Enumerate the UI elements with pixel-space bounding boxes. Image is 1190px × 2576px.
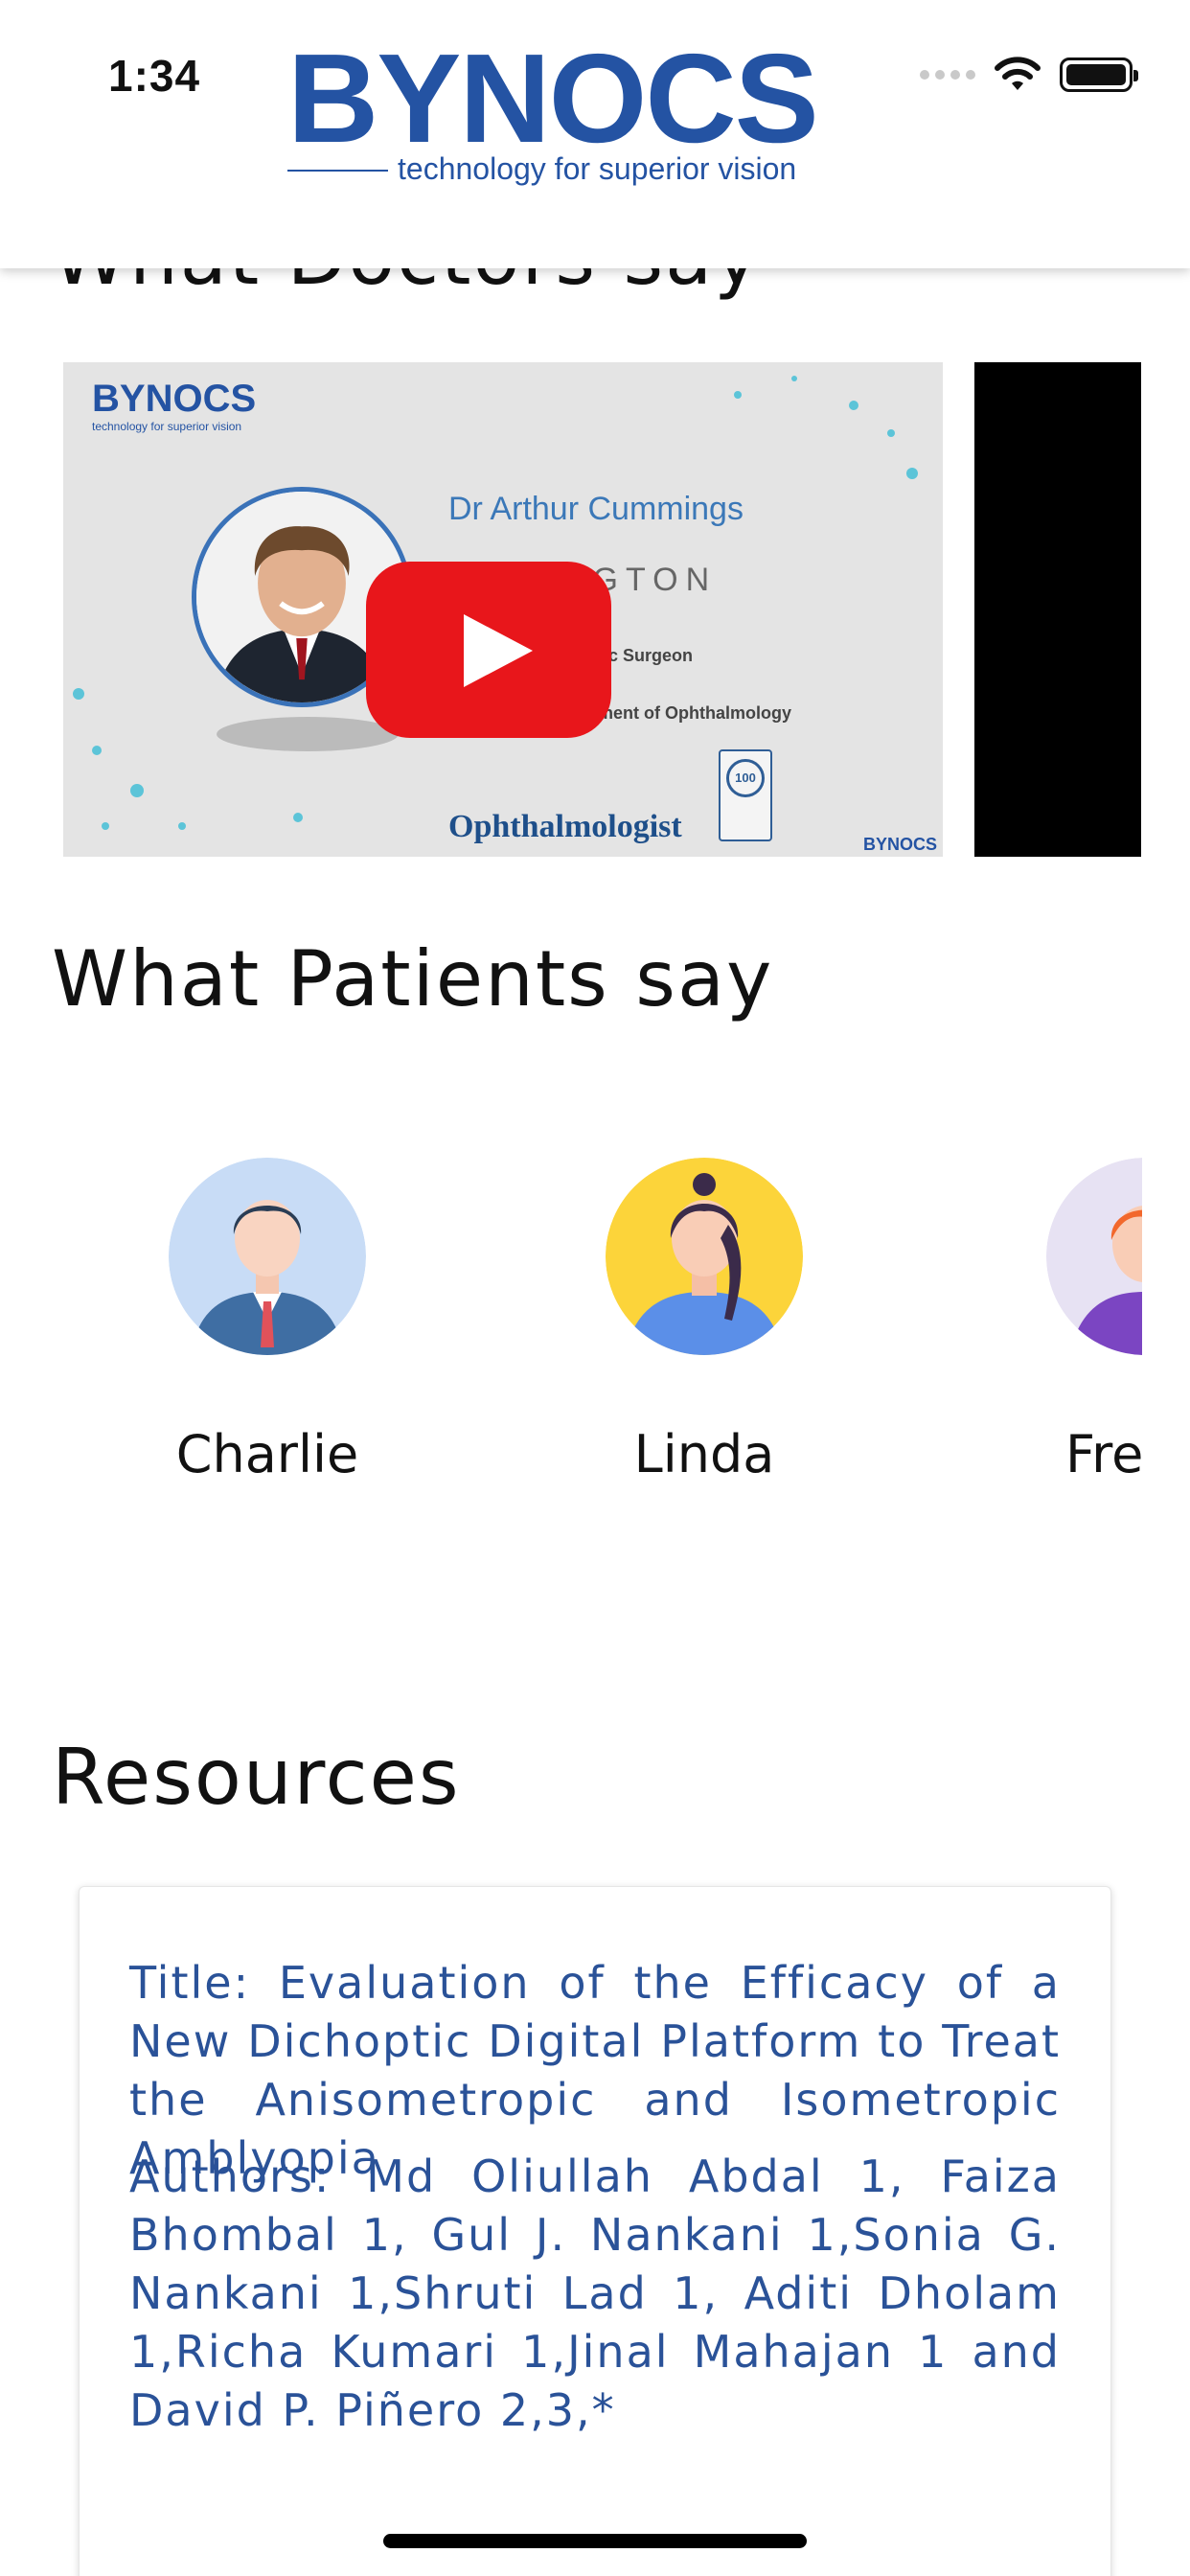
patient-name: Linda <box>633 1424 775 1484</box>
video-logo-tagline: technology for superior vision <box>92 420 242 433</box>
logo-wordmark: BYNOCS <box>287 28 819 169</box>
patients-section-title: What Patients say <box>52 934 774 1024</box>
play-icon <box>464 614 533 687</box>
patient-avatar-icon <box>606 1158 803 1355</box>
patient-name: Fre <box>1065 1424 1142 1484</box>
video-footer-logo: BYNOCS <box>862 835 937 854</box>
patient-avatar-icon <box>1046 1158 1142 1355</box>
doctor-video-thumbnail[interactable]: BYNOCS technology for superior vision Dr… <box>63 362 943 857</box>
bynocs-logo[interactable]: BYNOCS technology for superior vision <box>287 28 862 201</box>
app-header: 1:34 BYNOCS technology for superior visi… <box>0 0 1190 268</box>
video-logo: BYNOCS <box>92 378 257 420</box>
resources-section-title: Resources <box>52 1733 461 1822</box>
patient-avatar-icon <box>169 1158 366 1355</box>
power-list-seal: 100 <box>719 749 772 841</box>
patient-card-linda[interactable]: Linda <box>604 1158 805 1484</box>
resource-card[interactable]: Title: Evaluation of the Efficacy of a N… <box>79 1886 1111 2576</box>
doctor-department: ement of Ophthalmology <box>588 703 792 723</box>
next-video-thumbnail[interactable] <box>974 362 1141 857</box>
home-indicator[interactable] <box>383 2534 807 2548</box>
battery-icon <box>1060 58 1138 92</box>
resource-authors: Authors: Md Oliullah Abdal 1, Faiza Bhom… <box>129 2150 1061 2436</box>
patient-card-charlie[interactable]: Charlie <box>167 1158 368 1484</box>
logo-divider <box>287 170 388 172</box>
cellular-signal-icon <box>920 70 975 80</box>
patient-name: Charlie <box>175 1424 359 1484</box>
wifi-icon <box>995 57 1041 90</box>
youtube-play-button[interactable] <box>366 562 611 738</box>
patient-card-partial[interactable]: Fre <box>1023 1131 1142 1495</box>
status-icons <box>920 56 1138 94</box>
status-time: 1:34 <box>108 51 201 101</box>
logo-tagline: technology for superior vision <box>398 151 797 186</box>
magazine-name: Ophthalmologist <box>448 809 682 844</box>
doctor-name: Dr Arthur Cummings <box>448 491 744 527</box>
